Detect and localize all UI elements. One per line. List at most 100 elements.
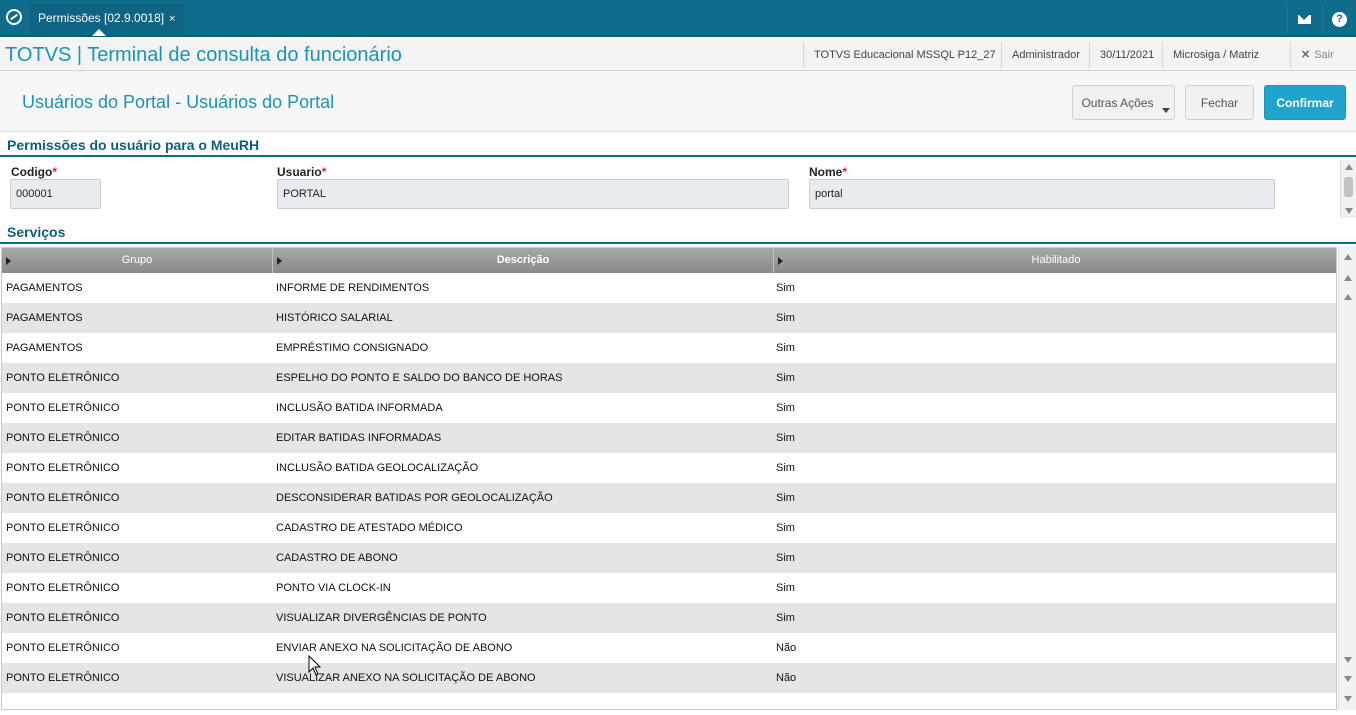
scroll-top-icon[interactable] xyxy=(1344,294,1352,300)
cell-descricao: HISTÓRICO SALARIAL xyxy=(276,312,393,324)
totvs-logo-icon[interactable] xyxy=(6,9,22,25)
cell-habilitado: Sim xyxy=(776,312,795,324)
column-header-descricao[interactable]: Descrição xyxy=(273,248,774,273)
scroll-down-icon[interactable] xyxy=(1344,696,1352,702)
usuario-label: Usuario* xyxy=(277,165,327,179)
codigo-label: Codigo* xyxy=(11,165,57,179)
services-section-header: Serviços xyxy=(0,222,1356,244)
cell-descricao: ESPELHO DO PONTO E SALDO DO BANCO DE HOR… xyxy=(276,372,563,384)
date-info: 30/11/2021 xyxy=(1089,42,1164,68)
scroll-up-icon[interactable] xyxy=(1345,164,1353,170)
permissions-section-header: Permissões do usuário para o MeuRH xyxy=(0,134,1356,157)
confirm-button[interactable]: Confirmar xyxy=(1264,85,1346,120)
help-icon: ? xyxy=(1332,11,1347,27)
messages-button[interactable] xyxy=(1287,5,1321,33)
active-tab-indicator xyxy=(92,29,106,36)
cell-grupo: PONTO ELETRÔNICO xyxy=(6,492,120,504)
app-title: TOTVS | Terminal de consulta do funcioná… xyxy=(5,44,402,66)
permissions-section-title: Permissões do usuário para o MeuRH xyxy=(7,137,260,153)
cell-habilitado: Não xyxy=(776,672,797,684)
close-button-label: Fechar xyxy=(1200,95,1239,110)
cell-grupo: PONTO ELETRÔNICO xyxy=(6,372,120,384)
scroll-bottom-icon[interactable] xyxy=(1344,657,1352,663)
tab-close-icon[interactable]: × xyxy=(169,13,175,25)
table-row[interactable]: PONTO ELETRÔNICO EDITAR BATIDAS INFORMADA… xyxy=(2,423,1336,453)
cell-habilitado: Sim xyxy=(776,552,795,564)
logout-label: Sair xyxy=(1314,49,1334,61)
services-table: Grupo Descrição Habilitado PAGAMENTOS INF… xyxy=(1,247,1337,710)
table-row[interactable]: PONTO ELETRÔNICO CADASTRO DE ATESTADO MÉD… xyxy=(2,513,1336,543)
cell-descricao: VISUALIZAR DIVERGÊNCIAS DE PONTO xyxy=(276,612,487,624)
cell-grupo: PAGAMENTOS xyxy=(6,282,83,294)
cell-habilitado: Sim xyxy=(776,402,795,414)
cell-grupo: PONTO ELETRÔNICO xyxy=(6,552,120,564)
company-info: Microsiga / Matriz xyxy=(1162,42,1269,68)
top-bar: Permissões [02.9.0018] × ? xyxy=(0,0,1356,37)
help-button[interactable]: ? xyxy=(1322,5,1356,33)
cell-descricao: CADASTRO DE ABONO xyxy=(276,552,398,564)
table-row[interactable]: PONTO ELETRÔNICO DESCONSIDERAR BATIDAS PO… xyxy=(2,483,1336,513)
cell-descricao: EDITAR BATIDAS INFORMADAS xyxy=(276,432,442,444)
nome-field[interactable]: portal xyxy=(809,179,1275,209)
chevron-down-icon xyxy=(1162,108,1170,113)
cell-habilitado: Sim xyxy=(776,522,795,534)
table-row[interactable]: PAGAMENTOS HISTÓRICO SALARIAL Sim xyxy=(2,303,1336,333)
tab-permissoes[interactable]: Permissões [02.9.0018] × xyxy=(30,4,184,34)
scroll-thumb[interactable] xyxy=(1344,177,1353,197)
column-header-habilitado[interactable]: Habilitado xyxy=(774,248,1336,273)
cell-grupo: PAGAMENTOS xyxy=(6,342,83,354)
cell-grupo: PONTO ELETRÔNICO xyxy=(6,642,120,654)
cell-grupo: PAGAMENTOS xyxy=(6,312,83,324)
nome-label: Nome* xyxy=(809,165,848,179)
cell-habilitado: Sim xyxy=(776,282,795,294)
cell-habilitado: Sim xyxy=(776,462,795,474)
usuario-field[interactable]: PORTAL xyxy=(277,179,789,209)
cell-descricao: INFORME DE RENDIMENTOS xyxy=(276,282,430,294)
other-actions-button[interactable]: Outras Ações xyxy=(1072,85,1175,120)
logout-button[interactable]: ✕ Sair xyxy=(1290,42,1344,68)
cell-descricao: INCLUSÃO BATIDA INFORMADA xyxy=(276,402,443,414)
cell-grupo: PONTO ELETRÔNICO xyxy=(6,612,120,624)
app-header: TOTVS | Terminal de consulta do funcioná… xyxy=(0,39,1356,71)
services-section-title: Serviços xyxy=(7,224,66,240)
cell-habilitado: Sim xyxy=(776,432,795,444)
table-scrollbar[interactable] xyxy=(1338,247,1356,710)
tab-label: Permissões [02.9.0018] xyxy=(38,11,165,25)
sort-icon xyxy=(6,257,11,265)
table-row[interactable]: PAGAMENTOS EMPRÉSTIMO CONSIGNADO Sim xyxy=(2,333,1336,363)
cell-habilitado: Sim xyxy=(776,492,795,504)
codigo-field[interactable]: 000001 xyxy=(10,179,101,209)
table-row[interactable]: PONTO ELETRÔNICO CADASTRO DE ABONO Sim xyxy=(2,543,1336,573)
sort-icon xyxy=(778,257,783,265)
form-scrollbar[interactable] xyxy=(1340,160,1356,218)
column-header-grupo[interactable]: Grupo xyxy=(2,248,273,273)
cell-grupo: PONTO ELETRÔNICO xyxy=(6,432,120,444)
table-row[interactable]: PAGAMENTOS INFORME DE RENDIMENTOS Sim xyxy=(2,273,1336,303)
table-row[interactable]: PONTO ELETRÔNICO INCLUSÃO BATIDA GEOLOCAL… xyxy=(2,453,1336,483)
table-row[interactable]: PONTO ELETRÔNICO PONTO VIA CLOCK-IN Sim xyxy=(2,573,1336,603)
cell-grupo: PONTO ELETRÔNICO xyxy=(6,522,120,534)
page-up-icon[interactable] xyxy=(1344,275,1352,281)
cell-descricao: PONTO VIA CLOCK-IN xyxy=(276,582,391,594)
page-title: Usuários do Portal - Usuários do Portal xyxy=(22,92,335,112)
cell-habilitado: Não xyxy=(776,642,797,654)
page-down-icon[interactable] xyxy=(1344,676,1352,682)
cell-descricao: EMPRÉSTIMO CONSIGNADO xyxy=(276,342,429,354)
table-row[interactable]: PONTO ELETRÔNICO INCLUSÃO BATIDA INFORMAD… xyxy=(2,393,1336,423)
environment-info: TOTVS Educacional MSSQL P12_27 xyxy=(803,42,1006,68)
cell-habilitado: Sim xyxy=(776,582,795,594)
table-row[interactable]: PONTO ELETRÔNICO ENVIAR ANEXO NA SOLICITA… xyxy=(2,633,1336,663)
close-button[interactable]: Fechar xyxy=(1185,85,1254,120)
close-icon: ✕ xyxy=(1301,49,1311,61)
cell-grupo: PONTO ELETRÔNICO xyxy=(6,402,120,414)
table-row[interactable]: PONTO ELETRÔNICO ESPELHO DO PONTO E SALDO… xyxy=(2,363,1336,393)
table-row[interactable]: PONTO ELETRÔNICO VISUALIZAR DIVERGÊNCIAS … xyxy=(2,603,1336,633)
table-header: Grupo Descrição Habilitado xyxy=(2,248,1336,273)
cell-descricao: INCLUSÃO BATIDA GEOLOCALIZAÇÃO xyxy=(276,462,479,474)
scroll-down-icon[interactable] xyxy=(1345,208,1353,214)
cell-grupo: PONTO ELETRÔNICO xyxy=(6,672,120,684)
table-row[interactable]: PONTO ELETRÔNICO VISUALIZAR ANEXO NA SOLI… xyxy=(2,663,1336,693)
cell-grupo: PONTO ELETRÔNICO xyxy=(6,582,120,594)
scroll-up-icon[interactable] xyxy=(1344,254,1352,260)
page-title-bar: Usuários do Portal - Usuários do Portal … xyxy=(0,71,1356,132)
